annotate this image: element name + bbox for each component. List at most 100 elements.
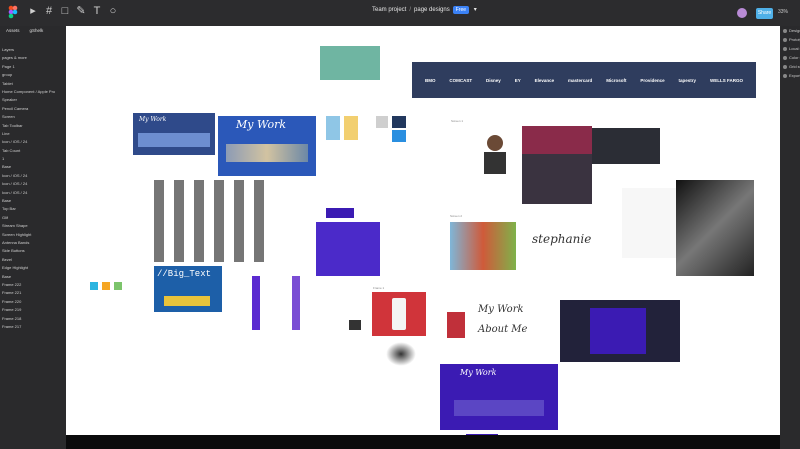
layer-item[interactable]: Stream Shape [2, 222, 66, 230]
layer-item[interactable]: Frame 222 [2, 281, 66, 289]
layer-item[interactable]: Pencil Camera [2, 105, 66, 113]
layer-item[interactable]: pages & more [2, 54, 66, 62]
device-cluster[interactable] [386, 342, 416, 366]
radio-icon [783, 55, 787, 60]
swatch-navy[interactable] [392, 116, 406, 128]
green-frame[interactable] [320, 46, 380, 80]
purple-app-frame[interactable] [316, 222, 380, 276]
property-item[interactable]: Local styles [780, 44, 800, 53]
layer-item[interactable]: Icon / iOS / 24 [2, 189, 66, 197]
layer-item[interactable]: Line [2, 130, 66, 138]
layer-item[interactable]: Frame 220 [2, 298, 66, 306]
layer-item[interactable]: Speaker [2, 96, 66, 104]
tab-page[interactable]: gShelk [30, 28, 44, 38]
frame-label: Screen 2 [450, 214, 463, 218]
chevron-down-icon[interactable]: ▾ [474, 7, 477, 13]
swatch-yellow[interactable] [344, 116, 358, 140]
layer-item[interactable]: Frame 219 [2, 306, 66, 314]
text-tool-icon[interactable]: T [90, 4, 104, 18]
layer-item[interactable]: Base [2, 273, 66, 281]
layer-item[interactable]: Icon / iOS / 24 [2, 180, 66, 188]
dark-photo-frame[interactable] [676, 180, 754, 276]
photo-frame[interactable] [450, 222, 516, 270]
purple-bars[interactable] [252, 276, 302, 332]
file-name[interactable]: page designs [414, 7, 450, 13]
move-tool-icon[interactable]: ▸ [26, 4, 40, 18]
sketch-frame[interactable] [622, 188, 684, 258]
tab-assets[interactable]: Assets [6, 28, 20, 38]
red-mini-frame[interactable] [447, 312, 465, 338]
shape-tool-icon[interactable]: □ [58, 4, 72, 18]
layer-item[interactable]: Frame 218 [2, 315, 66, 323]
swatch-blue[interactable] [326, 116, 340, 140]
layer-item[interactable]: Edge Highlight [2, 264, 66, 272]
layer-list: Layers pages & more Page 1 group Tablet Home … [0, 46, 66, 331]
zoom-level[interactable]: 33% [778, 9, 788, 15]
layer-item[interactable]: Base [2, 197, 66, 205]
layer-item[interactable]: Tab Toolbar [2, 122, 66, 130]
client-logo: COMCAST [449, 77, 473, 83]
layer-item[interactable]: group [2, 71, 66, 79]
property-item[interactable]: Design [780, 26, 800, 35]
swatch-gray[interactable] [376, 116, 388, 128]
small-dark-chip[interactable] [349, 320, 361, 330]
property-item[interactable]: Grid styles [780, 62, 800, 71]
project-name[interactable]: Team project [372, 7, 406, 13]
icon-pattern [154, 180, 266, 262]
share-button[interactable]: Share [756, 8, 773, 19]
layer-item[interactable]: Base [2, 163, 66, 171]
layer-item[interactable]: Home Component / Apple Pro [2, 88, 66, 96]
purple-header-strip[interactable] [326, 208, 354, 218]
icon-grid[interactable] [154, 180, 266, 262]
layer-item[interactable]: Layers [2, 46, 66, 54]
client-logo: EY [514, 77, 521, 83]
layer-item[interactable]: Tab Count [2, 147, 66, 155]
layer-item[interactable]: Bezel [2, 256, 66, 264]
property-item[interactable]: Prototype [780, 35, 800, 44]
dark-desktop-frame[interactable] [592, 128, 660, 164]
property-label: Grid styles [789, 64, 800, 69]
property-item[interactable]: Export [780, 71, 800, 80]
property-item[interactable]: Color styles [780, 53, 800, 62]
image-strip [138, 133, 210, 147]
figma-menu-icon[interactable] [8, 5, 18, 19]
client-logo: Providence [640, 77, 665, 83]
layer-item[interactable]: Antenna Bands [2, 239, 66, 247]
big-text-frame[interactable]: //Big_Text [154, 266, 222, 312]
properties-panel: Design Prototype Local styles Color styles G… [780, 26, 800, 449]
portrait-frame[interactable] [470, 126, 520, 174]
layer-item[interactable]: Top Bar [2, 205, 66, 213]
bottom-bezel [66, 435, 800, 449]
client-logo-banner[interactable]: BMO COMCAST Disney EY Elevance mastercard Micr… [412, 62, 756, 98]
dark-red-frame[interactable] [522, 126, 592, 204]
property-label: Design [789, 28, 800, 33]
editor-frame[interactable] [560, 300, 680, 362]
client-logo: WELLS FARGO [709, 77, 743, 83]
layer-item[interactable]: 1 [2, 155, 66, 163]
orange-squares[interactable] [90, 282, 126, 294]
layer-item[interactable]: Glif [2, 214, 66, 222]
swatch-accent[interactable] [392, 130, 406, 142]
layer-item[interactable]: Icon / iOS / 24 [2, 138, 66, 146]
layer-item[interactable]: Tablet [2, 80, 66, 88]
comment-tool-icon[interactable]: ○ [106, 4, 120, 18]
frame-tool-icon[interactable]: # [42, 4, 56, 18]
card-row [454, 400, 544, 416]
radio-icon [783, 64, 787, 69]
radio-icon [783, 37, 787, 42]
file-breadcrumb[interactable]: Team project / page designs Free ▾ [372, 6, 477, 14]
layer-item[interactable]: Page 1 [2, 63, 66, 71]
desktop-frame-2[interactable]: My Work [218, 116, 316, 176]
desktop-frame-1[interactable]: My Work [133, 113, 215, 155]
layer-item[interactable]: Icon / iOS / 24 [2, 172, 66, 180]
avatar[interactable] [737, 8, 747, 18]
pen-tool-icon[interactable]: ✎ [74, 4, 88, 18]
property-label: Export [789, 73, 800, 78]
layer-item[interactable]: Screen Highlight [2, 231, 66, 239]
layer-item[interactable]: Frame 217 [2, 323, 66, 331]
layer-item[interactable]: Screen [2, 113, 66, 121]
layer-item[interactable]: Side Buttons [2, 247, 66, 255]
red-phone-frame[interactable] [372, 292, 426, 336]
layer-item[interactable]: Frame 221 [2, 289, 66, 297]
my-work-purple-frame[interactable]: My Work [440, 364, 558, 430]
